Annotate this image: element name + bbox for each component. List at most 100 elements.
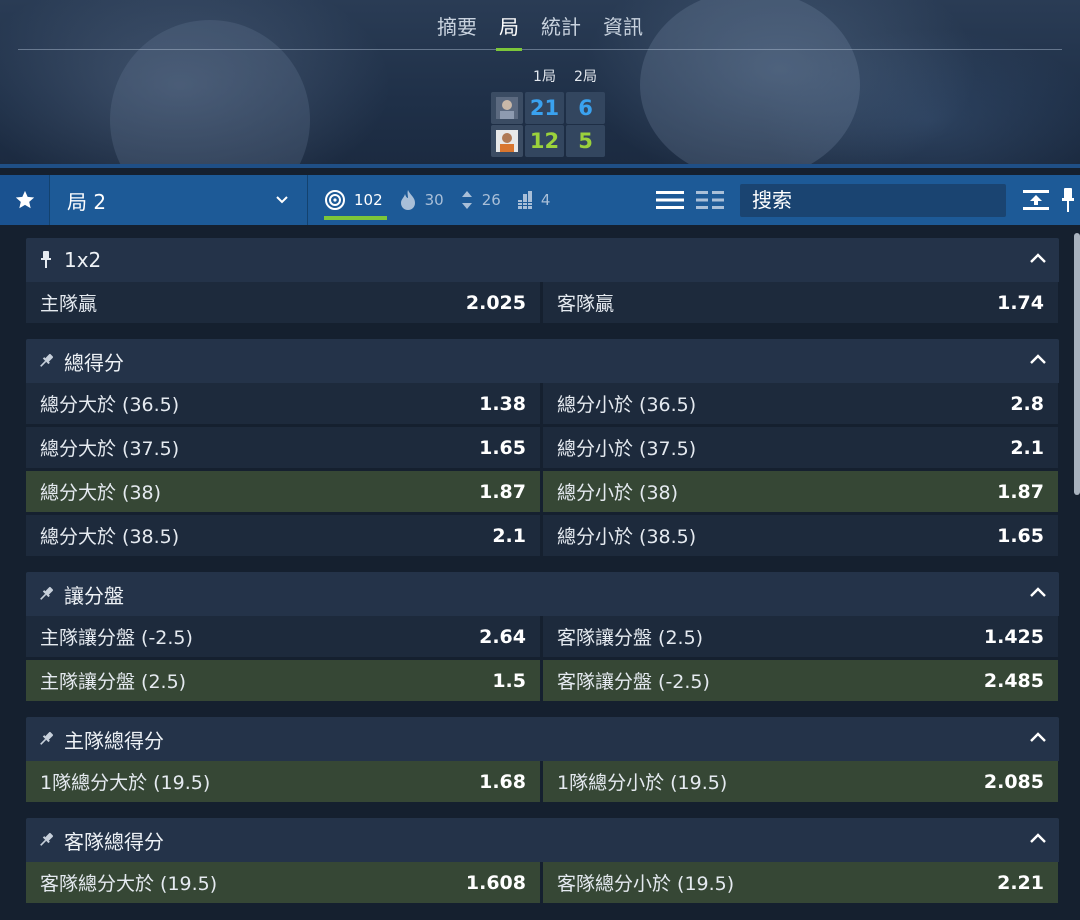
scoreboard-header: 摘要 局 統計 資訊 1局 2局 21 6 12 5	[0, 0, 1080, 168]
odds-value: 1.87	[479, 480, 526, 503]
player-avatar-icon	[496, 97, 518, 119]
search-input[interactable]	[752, 188, 1006, 212]
collapse-all-button[interactable]	[1016, 175, 1056, 225]
odds-value: 2.485	[983, 669, 1044, 692]
odds-value: 1.65	[997, 524, 1044, 547]
tab-info[interactable]: 資訊	[592, 0, 654, 50]
scrollbar[interactable]	[1074, 233, 1080, 495]
market-title: 總得分	[64, 350, 124, 375]
chevron-up-icon[interactable]	[1029, 351, 1047, 369]
pin-icon[interactable]	[40, 250, 52, 270]
odds-value: 1.74	[997, 291, 1044, 314]
filter-popular[interactable]: 30	[399, 175, 444, 225]
odds-label: 總分小於 (38)	[557, 482, 679, 504]
odds-value: 2.025	[465, 291, 526, 314]
odds-button[interactable]: 客隊總分大於 (19.5) 1.608	[26, 862, 540, 903]
odds-button[interactable]: 總分大於 (37.5) 1.65	[26, 427, 540, 468]
odds-button[interactable]: 總分小於 (36.5) 2.8	[543, 383, 1058, 424]
chevron-up-icon[interactable]	[1029, 830, 1047, 848]
period-header: 1局	[533, 69, 556, 85]
market-odds: 總分大於 (36.5) 1.38 總分小於 (36.5) 2.8 總分大於 (37.…	[26, 383, 1059, 556]
chevron-up-icon[interactable]	[1029, 584, 1047, 602]
odds-value: 1.68	[479, 770, 526, 793]
odds-label: 總分大於 (37.5)	[40, 438, 180, 460]
market-header[interactable]: 主隊總得分	[26, 717, 1059, 761]
market-title: 主隊總得分	[64, 728, 164, 753]
odds-button[interactable]: 總分小於 (38) 1.87	[543, 471, 1058, 512]
odds-label: 客隊總分小於 (19.5)	[557, 873, 735, 895]
pin-icon[interactable]	[38, 353, 54, 369]
tab-sets[interactable]: 局	[488, 0, 530, 51]
pin-icon[interactable]	[38, 731, 54, 747]
odds-button[interactable]: 主隊讓分盤 (2.5) 1.5	[26, 660, 540, 701]
odds-button[interactable]: 總分小於 (37.5) 2.1	[543, 427, 1058, 468]
filter-all-markets[interactable]: 102	[324, 175, 387, 225]
pin-icon[interactable]	[38, 586, 54, 602]
odds-button[interactable]: 總分大於 (36.5) 1.38	[26, 383, 540, 424]
score-cell: 21	[525, 92, 564, 124]
score-cell: 6	[566, 92, 605, 124]
market-header[interactable]: 客隊總得分	[26, 818, 1059, 862]
market-total-points: 總得分 總分大於 (36.5) 1.38 總分小於 (36.5) 2.8 總分大於 …	[26, 339, 1059, 556]
odds-label: 客隊贏	[557, 293, 615, 315]
odds-value: 2.1	[1010, 436, 1044, 459]
odds-label: 總分大於 (36.5)	[40, 394, 180, 416]
column-view-button[interactable]	[690, 175, 730, 225]
odds-value: 2.8	[1010, 392, 1044, 415]
list-view-button[interactable]	[650, 175, 690, 225]
filter-handicap[interactable]: 4	[516, 175, 550, 225]
market-header[interactable]: 1x2	[26, 238, 1059, 282]
chevron-up-icon[interactable]	[1029, 729, 1047, 747]
market-home-total: 主隊總得分 1隊總分大於 (19.5) 1.68 1隊總分小於 (19.5) 2.0…	[26, 717, 1059, 802]
chevron-down-icon	[276, 196, 288, 204]
market-1x2: 1x2 主隊贏 2.025 客隊贏 1.74	[26, 238, 1059, 323]
chevron-up-icon[interactable]	[1029, 250, 1047, 268]
market-handicap: 讓分盤 主隊讓分盤 (-2.5) 2.64 客隊讓分盤 (2.5) 1.425 主隊…	[26, 572, 1059, 701]
odds-button[interactable]: 1隊總分大於 (19.5) 1.68	[26, 761, 540, 802]
pin-icon[interactable]	[38, 832, 54, 848]
markets-list: 1x2 主隊贏 2.025 客隊贏 1.74 總得分 總分大於 (36.5) 1…	[0, 225, 1080, 920]
odds-label: 1隊總分大於 (19.5)	[40, 772, 211, 794]
favorite-button[interactable]	[0, 175, 50, 225]
filter-over-under[interactable]: 26	[460, 175, 501, 225]
odds-label: 主隊讓分盤 (-2.5)	[40, 627, 193, 649]
avatar	[491, 92, 523, 124]
score-row-away: 12 5	[491, 125, 605, 157]
odds-button[interactable]: 客隊讓分盤 (-2.5) 2.485	[543, 660, 1058, 701]
odds-button[interactable]: 客隊總分小於 (19.5) 2.21	[543, 862, 1058, 903]
market-away-total: 客隊總得分 客隊總分大於 (19.5) 1.608 客隊總分小於 (19.5) 2.…	[26, 818, 1059, 903]
odds-button[interactable]: 客隊贏 1.74	[543, 282, 1058, 323]
odds-button[interactable]: 1隊總分小於 (19.5) 2.085	[543, 761, 1058, 802]
score-period-headers: 1局 2局	[524, 66, 606, 86]
odds-button[interactable]: 總分小於 (38.5) 1.65	[543, 515, 1058, 556]
toolbar-actions	[650, 175, 1080, 225]
market-header[interactable]: 總得分	[26, 339, 1059, 383]
column-view-icon	[696, 191, 724, 209]
bar-stack-icon	[516, 191, 533, 209]
period-dropdown[interactable]: 局 2	[50, 175, 308, 225]
odds-value: 2.1	[492, 524, 526, 547]
market-title: 1x2	[64, 248, 102, 272]
pin-toolbar-button[interactable]	[1056, 175, 1080, 225]
odds-button[interactable]: 主隊讓分盤 (-2.5) 2.64	[26, 616, 540, 657]
odds-button[interactable]: 總分大於 (38) 1.87	[26, 471, 540, 512]
counter-value: 26	[481, 191, 501, 209]
odds-label: 總分大於 (38)	[40, 482, 162, 504]
flame-icon	[400, 190, 415, 210]
player-avatar-icon	[496, 130, 518, 152]
market-header[interactable]: 讓分盤	[26, 572, 1059, 616]
odds-button[interactable]: 主隊贏 2.025	[26, 282, 540, 323]
odds-value: 2.21	[997, 871, 1044, 894]
tab-stats[interactable]: 統計	[530, 0, 592, 50]
market-odds: 1隊總分大於 (19.5) 1.68 1隊總分小於 (19.5) 2.085	[26, 761, 1059, 802]
odds-value: 1.65	[479, 436, 526, 459]
up-down-arrows-icon	[461, 191, 472, 209]
market-title: 讓分盤	[64, 583, 124, 608]
avatar	[491, 125, 523, 157]
odds-button[interactable]: 總分大於 (38.5) 2.1	[26, 515, 540, 556]
tab-summary[interactable]: 摘要	[426, 0, 488, 50]
odds-label: 1隊總分小於 (19.5)	[557, 772, 728, 794]
odds-label: 客隊總分大於 (19.5)	[40, 873, 218, 895]
market-filter-counters: 102 30 26 4	[324, 175, 566, 225]
odds-button[interactable]: 客隊讓分盤 (2.5) 1.425	[543, 616, 1058, 657]
